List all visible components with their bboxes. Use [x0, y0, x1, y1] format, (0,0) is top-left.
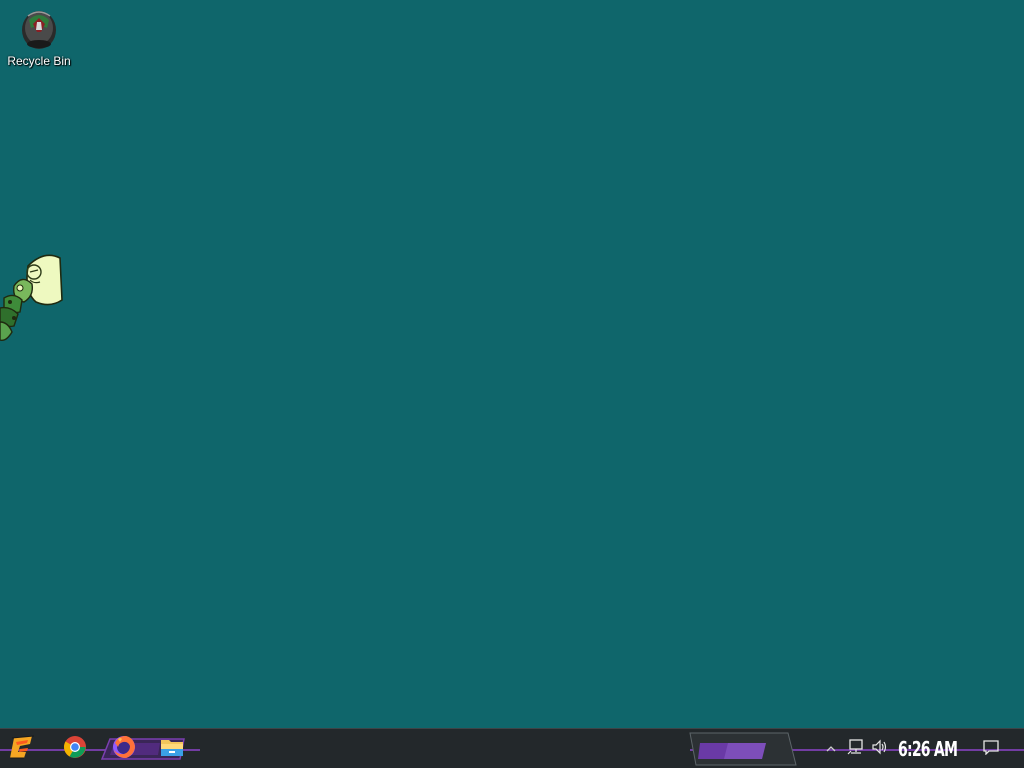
file-explorer-icon: [160, 736, 184, 763]
start-logo-icon: [8, 734, 36, 765]
peridot-character-image: [0, 252, 66, 344]
chrome-taskbar-button[interactable]: [61, 735, 89, 763]
recycle-bin-shortcut[interactable]: Recycle Bin: [6, 6, 72, 76]
firefox-icon: [112, 735, 136, 764]
chrome-icon: [63, 735, 87, 764]
desktop[interactable]: Recycle Bin: [0, 0, 1024, 728]
volume-icon: [871, 739, 889, 760]
recycle-bin-label: Recycle Bin: [7, 54, 71, 68]
volume-tray-button[interactable]: [870, 739, 890, 759]
taskbar: 6:26 AM: [0, 728, 1024, 768]
taskbar-clock[interactable]: 6:26 AM: [898, 735, 958, 763]
taskbar-right-ornament: [689, 732, 797, 766]
notification-icon: [982, 739, 1000, 760]
network-icon: [847, 738, 865, 760]
recycle-bin-icon: [19, 6, 59, 50]
show-hidden-icons-button[interactable]: [824, 739, 838, 759]
file-explorer-taskbar-button[interactable]: [158, 735, 186, 763]
start-button[interactable]: [8, 735, 36, 763]
network-tray-button[interactable]: [846, 738, 866, 760]
action-center-button[interactable]: [980, 739, 1002, 759]
chevron-up-icon: [826, 740, 836, 758]
firefox-taskbar-button[interactable]: [110, 735, 138, 763]
